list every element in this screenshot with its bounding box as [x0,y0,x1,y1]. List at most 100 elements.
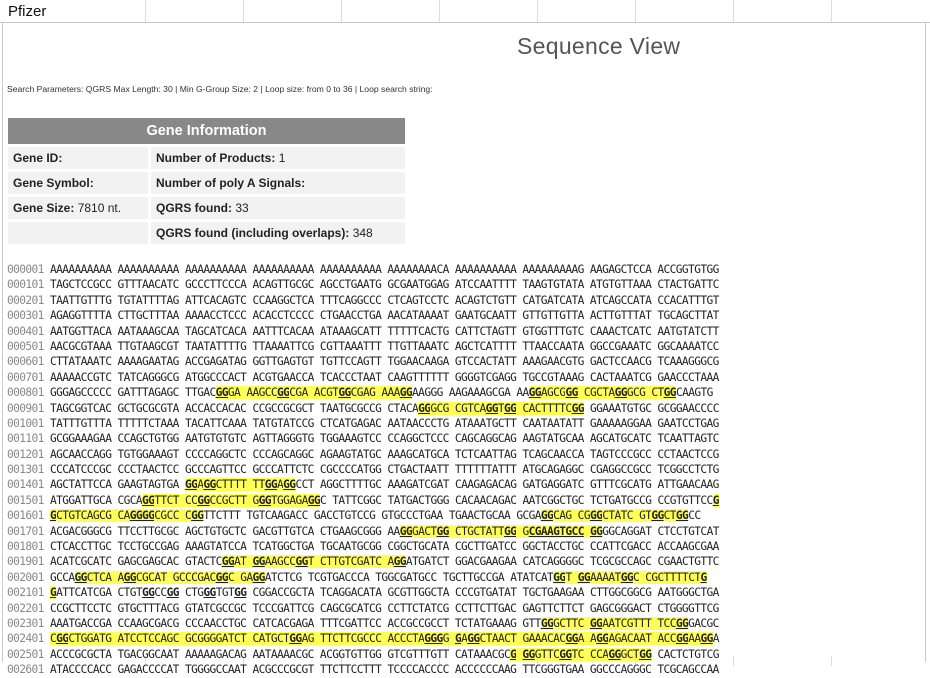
sequence-position: 000001 [7,263,44,276]
sequence-position: 001501 [7,493,44,507]
sequence-position: 002001 [7,570,44,584]
sequence-text: TATTTGTTTA TTTTTCTAAA TACATTCAAA TATGTAT… [49,416,719,430]
sequence-view: 000001 AAAAAAAAAA AAAAAAAAAA AAAAAAAAAA … [7,262,919,678]
sequence-position: 000801 [7,386,44,400]
sequence-position: 001701 [7,524,44,538]
sequence-position: 001001 [7,416,44,430]
sequence-text: AGCAACCAGG TGTGGAAAGT CCCCAGGCTC CCCAGCA… [49,447,719,461]
sequence-text: AATGGTTACA AATAAAGCAA TAGCATCACA AATTTCA… [49,324,719,338]
sequence-row: 001601 GCTGTCAGCG CAGGGGCGCC CGGTTCTTT T… [7,508,919,523]
sequence-row: 001301 CCCATCCCGC CCCTAACTCC GCCCAGTTCC … [7,462,919,477]
products-value: 1 [278,151,286,165]
frame-border-right [925,22,926,662]
sequence-position: 000301 [7,309,44,323]
cell-divider [341,0,342,22]
sequence-row: 002401 CGGCTGGATG ATCCTCCAGC GCGGGGATCT … [7,631,919,646]
sequence-position: 001401 [7,478,44,492]
sequence-row: 002001 GCCAGGCTCA AGGCGCAT GCCCGACGGC GA… [7,570,919,585]
sequence-text: GATTCATCGA CTGTGGCCGG CTGGGTGTGG CGGACCG… [49,586,719,600]
sequence-row: 002201 CCGCTTCCTC GTGCTTTACG GTATCGCCGC … [7,601,919,616]
sequence-text: AAAAACCGTC TATCAGGGCG ATGGCCCACT ACGTGAA… [49,370,719,384]
sequence-row: 000601 CTTATAAATC AAAAGAATAG ACCGAGATAG … [7,354,919,369]
sequence-row: 001001 TATTTGTTTA TTTTTCTAAA TACATTCAAA … [7,416,919,431]
gene-info-row: Gene Size: 7810 nt. QGRS found: 33 [8,194,405,221]
gene-size-value: 7810 nt. [77,201,122,215]
sequence-position: 002101 [7,586,44,600]
sequence-text: GCGGAAAGAA CCAGCTGTGG AATGTGTGTC AGTTAGG… [49,432,719,446]
sequence-position: 000901 [7,401,44,415]
qgrs-overlaps-cell: QGRS found (including overlaps): 348 [149,219,405,244]
sequence-text: CCGCTTCCTC GTGCTTTACG GTATCGCCGC TCCCGAT… [49,601,719,615]
gene-size-label: Gene Size: [13,201,75,215]
sequence-text: AGAGGTTTTA CTTGCTTTAA AAAACCTCCC ACACCTC… [49,309,719,323]
sequence-row: 000301 AGAGGTTTTA CTTGCTTTAA AAAACCTCCC … [7,308,919,323]
sequence-text: GGGAGCCCCC GATTTAGAGC TTGACGGGA AAGCCGGC… [49,386,713,400]
sequence-row: 002101 GATTCATCGA CTGTGGCCGG CTGGGTGTGG … [7,585,919,600]
sequence-text: TAGCGGTCAC GCTGCGCGTA ACCACCACAC CCGCCGC… [49,401,719,415]
sequence-position: 002201 [7,601,44,615]
sequence-text: AAATGACCGA CCAAGCGACG CCCAACCTGC CATCACG… [49,616,719,630]
sequence-position: 001301 [7,463,44,477]
sequence-text: ATGGATTGCA CGCAGGTTCT CCGGCCGCTT GGGTGGA… [49,493,719,507]
sequence-position: 001801 [7,540,44,554]
sequence-text: CGGCTGGATG ATCCTCCAGC GCGGGGATCT CATGCTG… [49,632,720,646]
sequence-text: GCCAGGCTCA AGGCGCAT GCCCGACGGC GAGGATCTC… [49,570,707,584]
cell-divider [537,0,538,22]
gene-information-table: Gene Information Gene ID: Number of Prod… [8,118,405,244]
polya-cell: Number of poly A Signals: [149,169,405,196]
cell-divider [831,0,832,22]
sequence-row: 000101 TAGCTCCGCC GTTTAACATC GCCCTTCCCA … [7,277,919,292]
sequence-position: 002401 [7,632,44,646]
cell-divider [243,0,244,22]
sequence-row: 000201 TAATTGTTTG TGTATTTTAG ATTCACAGTC … [7,293,919,308]
sequence-position: 001601 [7,509,44,523]
sequence-row: 002501 ACCCGCGCTA TGACGGCAAT AAAAAGACAG … [7,647,919,662]
gene-id-cell: Gene ID: [8,144,151,171]
sequence-row: 002301 AAATGACCGA CCAAGCGACG CCCAACCTGC … [7,616,919,631]
sequence-position: 001901 [7,555,44,569]
sequence-row: 000701 AAAAACCGTC TATCAGGGCG ATGGCCCACT … [7,370,919,385]
sequence-row: 001901 ACATCGCATC GAGCGAGCAC GTACTCGGAT … [7,554,919,569]
sequence-text: ACGACGGGCG TTCCTTGCGC AGCTGTGCTC GACGTTG… [49,524,719,538]
sequence-text: CTCACCTTGC TCCTGCCGAG AAAGTATCCA TCATGGC… [49,540,719,554]
gene-info-row: QGRS found (including overlaps): 348 [8,219,405,244]
app-label: Pfizer [8,3,47,20]
sequence-position: 000201 [7,293,44,307]
frame-border-left [2,22,3,662]
sequence-position: 000101 [7,278,44,292]
sequence-text: GCTGTCAGCG CAGGGGCGCC CGGTTCTTT TGTCAAGA… [49,509,701,523]
sequence-text: AAAAAAAAAA AAAAAAAAAA AAAAAAAAAA AAAAAAA… [49,263,719,276]
gene-info-row: Gene ID: Number of Products: 1 [8,144,405,171]
sequence-row: 000901 TAGCGGTCAC GCTGCGCGTA ACCACCACAC … [7,401,919,416]
sequence-row: 000501 AACGCGTAAA TTGTAAGCGT TAATATTTTG … [7,339,919,354]
sequence-position: 000501 [7,339,44,353]
sequence-text: CCCATCCCGC CCCTAACTCC GCCCAGTTCC GCCCATT… [49,463,719,477]
sequence-row: 000001 AAAAAAAAAA AAAAAAAAAA AAAAAAAAAA … [7,262,919,277]
sequence-text: TAGCTCCGCC GTTTAACATC GCCCTTCCCA ACAGTTG… [49,278,719,292]
page-title: Sequence View [517,33,681,59]
sequence-text: AGCTATTCCA GAAGTAGTGA GGAGGCTTTT TTGGAGG… [49,478,719,492]
sequence-row: 001201 AGCAACCAGG TGTGGAAAGT CCCCAGGCTC … [7,447,919,462]
spreadsheet-header-row: Pfizer [0,0,930,23]
sequence-row: 001701 ACGACGGGCG TTCCTTGCGC AGCTGTGCTC … [7,524,919,539]
polya-label: Number of poly A Signals: [156,176,306,190]
cell-divider [733,0,734,22]
search-parameters: Search Parameters: QGRS Max Length: 30 |… [7,84,433,94]
sequence-row: 001501 ATGGATTGCA CGCAGGTTCT CCGGCCGCTT … [7,493,919,508]
sequence-text: CTTATAAATC AAAAGAATAG ACCGAGATAG GGTTGAG… [49,355,719,369]
gene-information-header: Gene Information [8,118,405,146]
sequence-position: 002501 [7,647,44,661]
qgrs-overlaps-value: 348 [352,226,373,240]
sequence-row: 001401 AGCTATTCCA GAAGTAGTGA GGAGGCTTTT … [7,477,919,492]
qgrs-found-cell: QGRS found: 33 [149,194,405,221]
sequence-position: 001101 [7,432,44,446]
gene-info-row: Gene Symbol: Number of poly A Signals: [8,169,405,196]
sequence-text: ATACCCCACC GAGACCCCAT TGGGGCCAAT ACGCCCG… [49,663,719,677]
sequence-position: 000701 [7,370,44,384]
sequence-text: ACATCGCATC GAGCGAGCAC GTACTCGGAT GGAAGCC… [49,555,719,569]
cell-divider [145,0,146,22]
sequence-row: 000801 GGGAGCCCCC GATTTAGAGC TTGACGGGA A… [7,385,919,400]
sequence-row: 001101 GCGGAAAGAA CCAGCTGTGG AATGTGTGTC … [7,431,919,446]
sequence-text: TAATTGTTTG TGTATTTTAG ATTCACAGTC CCAAGGC… [49,293,719,307]
sequence-position: 001201 [7,447,44,461]
